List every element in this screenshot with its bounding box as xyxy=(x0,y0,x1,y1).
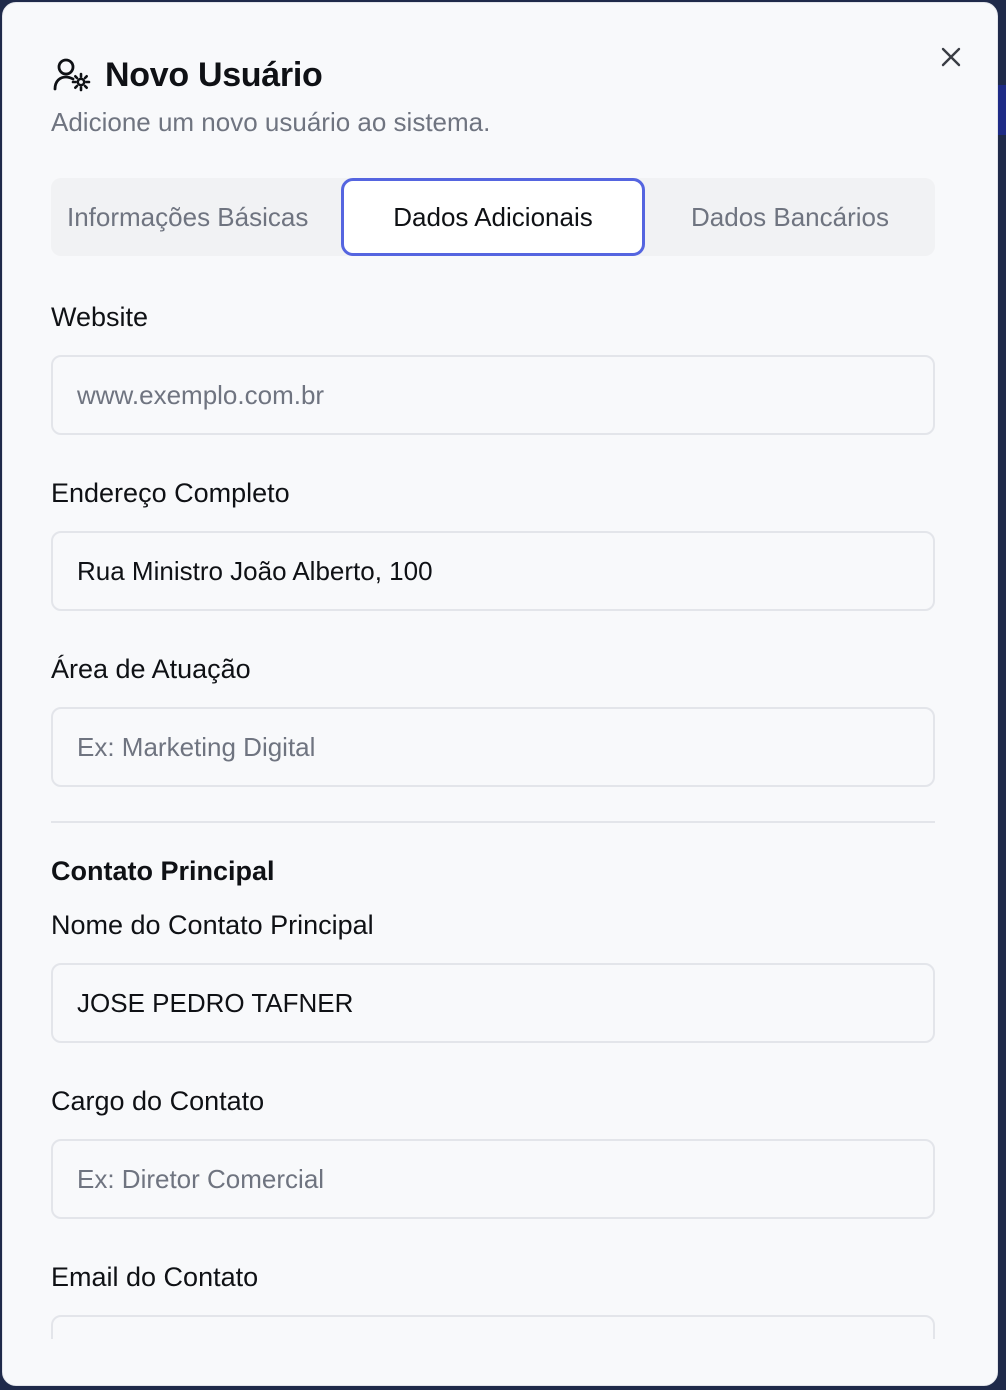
area-label: Área de Atuação xyxy=(51,653,251,684)
tab-list: Informações Básicas Dados Adicionais Dad… xyxy=(51,178,935,256)
scroll-clip xyxy=(3,1339,997,1385)
contato-email-label: Email do Contato xyxy=(51,1261,259,1292)
area-input[interactable] xyxy=(51,707,935,787)
contato-nome-field: Nome do Contato Principal xyxy=(51,901,935,1043)
form-content: Website Endereço Completo Área de Atuaçã… xyxy=(51,293,935,1385)
new-user-dialog: Novo Usuário Adicione um novo usuário ao… xyxy=(2,2,998,1386)
contato-section-title: Contato Principal xyxy=(51,855,275,886)
tab-dados-bancarios[interactable]: Dados Bancários xyxy=(645,178,935,256)
section-divider xyxy=(51,821,935,823)
contato-nome-label: Nome do Contato Principal xyxy=(51,909,374,940)
website-input[interactable] xyxy=(51,355,935,435)
dialog-subtitle: Adicione um novo usuário ao sistema. xyxy=(51,107,491,137)
backdrop xyxy=(998,85,1006,135)
contato-cargo-label: Cargo do Contato xyxy=(51,1085,265,1116)
endereco-label: Endereço Completo xyxy=(51,477,290,508)
close-icon xyxy=(941,47,961,67)
user-gear-icon xyxy=(51,55,91,95)
contato-cargo-input[interactable] xyxy=(51,1139,935,1219)
contato-cargo-field: Cargo do Contato xyxy=(51,1077,935,1219)
dialog-title: Novo Usuário xyxy=(105,55,323,94)
endereco-field: Endereço Completo xyxy=(51,469,935,611)
area-field: Área de Atuação xyxy=(51,645,935,787)
contato-nome-input[interactable] xyxy=(51,963,935,1043)
tab-informacoes-basicas[interactable]: Informações Básicas xyxy=(51,178,341,256)
website-label: Website xyxy=(51,301,149,332)
website-field: Website xyxy=(51,293,935,435)
tab-dados-adicionais[interactable]: Dados Adicionais xyxy=(341,178,645,256)
dialog-header: Novo Usuário Adicione um novo usuário ao… xyxy=(51,53,937,138)
endereco-input[interactable] xyxy=(51,531,935,611)
close-button[interactable] xyxy=(933,39,969,75)
